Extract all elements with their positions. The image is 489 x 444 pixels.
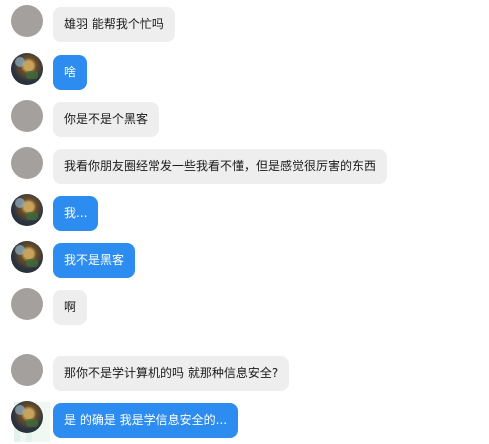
user-avatar[interactable] (11, 53, 43, 85)
contact-avatar[interactable] (11, 288, 43, 320)
message-bubble-incoming[interactable]: 你是不是个黑客 (53, 102, 160, 137)
user-avatar[interactable] (11, 241, 43, 273)
message-bubble-incoming[interactable]: 啊 (53, 290, 88, 325)
message-bubble-incoming[interactable]: 那你不是学计算机的吗 就那种信息安全? (53, 356, 290, 391)
contact-avatar[interactable] (11, 100, 43, 132)
user-avatar[interactable] (11, 194, 43, 226)
message-bubble-outgoing[interactable]: 啥 (53, 55, 88, 90)
message-bubble-outgoing[interactable]: 我不是黑客 (53, 243, 136, 278)
message-bubble-incoming[interactable]: 雄羽 能帮我个忙吗 (53, 7, 175, 42)
chat-conversation: 雄羽 能帮我个忙吗 啥 你是不是个黑客 我看你朋友圈经常发一些我看不懂，但是感觉… (0, 0, 489, 444)
contact-avatar[interactable] (11, 5, 43, 37)
message-bubble-incoming[interactable]: 我看你朋友圈经常发一些我看不懂，但是感觉很厉害的东西 (53, 149, 388, 184)
message-bubble-outgoing[interactable]: 是 的确是 我是学信息安全的... (53, 403, 239, 438)
contact-avatar[interactable] (11, 354, 43, 386)
user-avatar[interactable] (11, 401, 43, 433)
message-bubble-outgoing[interactable]: 我... (53, 196, 99, 231)
contact-avatar[interactable] (11, 147, 43, 179)
